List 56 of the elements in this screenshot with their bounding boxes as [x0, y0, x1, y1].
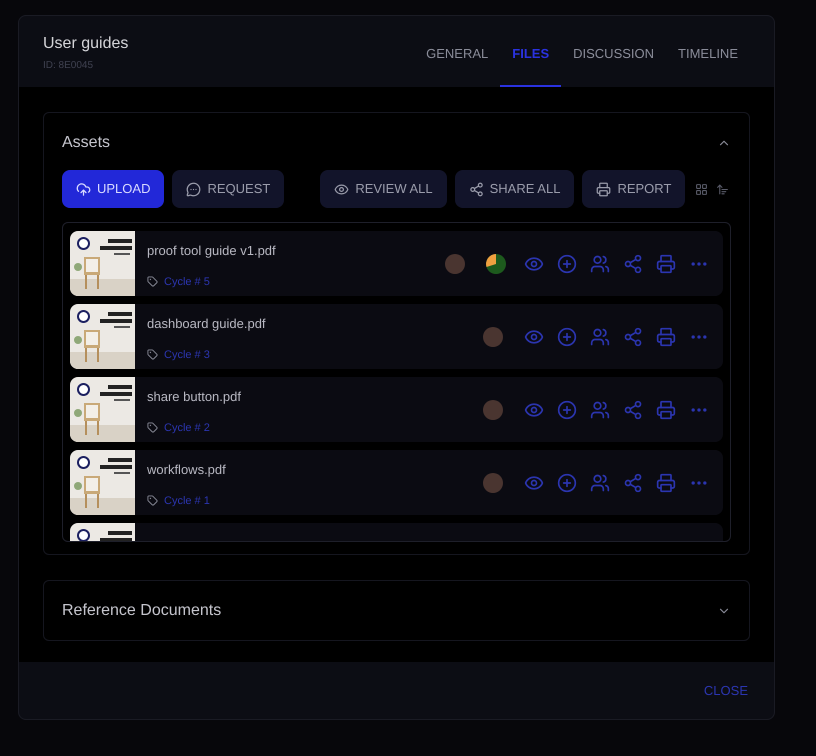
add-icon[interactable]: [557, 254, 577, 274]
section-title: Reference Documents: [62, 600, 222, 620]
tab[interactable]: GENERAL: [414, 16, 500, 87]
cycle-label: Cycle # 2: [164, 420, 210, 436]
chat-icon: [186, 182, 202, 196]
section-title: Assets: [62, 133, 110, 153]
add-icon[interactable]: [557, 326, 577, 346]
file-name[interactable]: share button.pdf: [147, 387, 483, 406]
toolbar-button[interactable]: REPORT: [582, 170, 686, 208]
id-label: ID: 8E0045: [43, 59, 94, 73]
share-icon[interactable]: [623, 400, 643, 420]
file-row[interactable]: proof tool guide v1.pdf Cycle # 5: [70, 231, 723, 296]
file-row[interactable]: workflows.pdf Cycle # 1: [70, 450, 723, 515]
avatar: [445, 254, 465, 274]
file-name[interactable]: workflows.pdf: [147, 460, 483, 480]
file-name[interactable]: dashboard guide.pdf: [147, 314, 483, 334]
share-icon[interactable]: [623, 472, 643, 492]
printer-icon: [596, 182, 612, 196]
users-icon[interactable]: [590, 326, 610, 346]
avatar: [483, 326, 503, 346]
cycle-label: Cycle # 1: [164, 494, 210, 508]
file-row[interactable]: dashboard guide.pdf Cycle # 3: [70, 304, 723, 369]
tag-icon: [147, 349, 158, 360]
toolbar-button[interactable]: REVIEW ALL: [320, 170, 447, 208]
avatar: [483, 400, 503, 420]
upload-icon: [76, 182, 91, 196]
printer-icon[interactable]: [656, 472, 676, 492]
printer-icon[interactable]: [656, 254, 676, 274]
add-icon[interactable]: [557, 400, 577, 420]
tab[interactable]: TIMELINE: [666, 16, 750, 87]
share-icon[interactable]: [623, 254, 643, 274]
cycle-label: Cycle # 5: [164, 274, 210, 290]
file-row[interactable]: share button.pdf Cycle # 2: [70, 377, 723, 442]
share-icon[interactable]: [623, 326, 643, 346]
toolbar-button[interactable]: SHARE ALL: [454, 170, 574, 208]
grid-view-icon[interactable]: [695, 182, 708, 196]
add-icon[interactable]: [557, 472, 577, 492]
tag-icon: [147, 276, 158, 288]
toolbar-button[interactable]: UPLOAD: [62, 170, 164, 208]
toolbar-button[interactable]: REQUEST: [172, 170, 284, 208]
users-icon[interactable]: [590, 472, 610, 492]
progress-pie-icon: [486, 254, 506, 274]
printer-icon[interactable]: [656, 326, 676, 346]
dialog-title: User guides: [43, 34, 128, 54]
file-name[interactable]: proof tool guide v1.pdf: [147, 241, 445, 260]
tab[interactable]: DISCUSSION: [561, 16, 666, 87]
cycle-label: Cycle # 3: [164, 348, 210, 362]
tag-icon: [147, 422, 158, 434]
tag-icon: [147, 495, 158, 506]
users-icon[interactable]: [590, 400, 610, 420]
eye-icon: [334, 182, 350, 196]
share-icon: [468, 182, 484, 196]
sort-icon[interactable]: [716, 182, 730, 196]
avatar: [483, 472, 503, 492]
printer-icon[interactable]: [656, 400, 676, 420]
users-icon[interactable]: [590, 254, 610, 274]
